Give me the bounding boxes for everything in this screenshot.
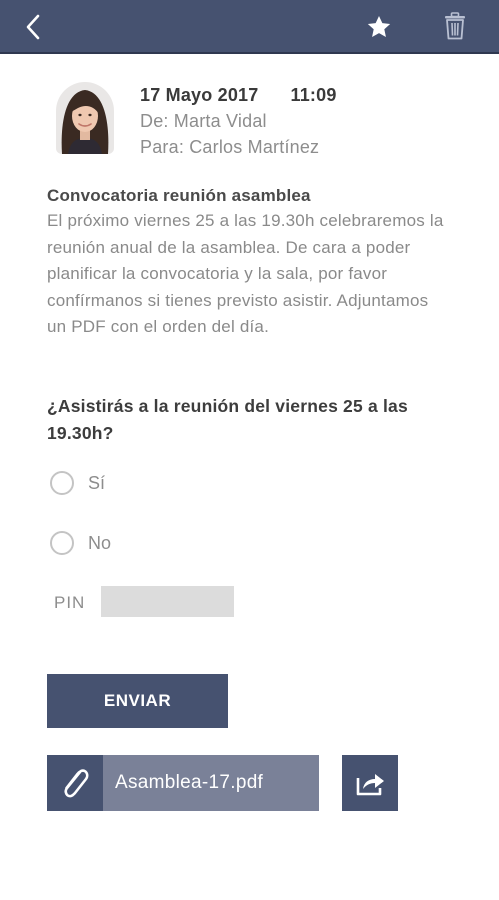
message-to: Para: Carlos Martínez [140,137,320,157]
avatar-portrait [56,82,114,154]
pin-label: PIN [54,593,86,612]
radio-yes[interactable] [50,471,74,495]
delete-button[interactable] [440,10,470,42]
back-button[interactable] [18,12,48,42]
top-app-bar [0,0,499,54]
message-body: El próximo viernes 25 a las 19.30h celeb… [47,211,444,336]
message-time: 11:09 [290,85,337,105]
attachment-filename: Asamblea-17.pdf [103,755,319,811]
paperclip-icon [64,769,89,798]
message-subject: Convocatoria reunión asamblea [47,186,311,205]
option-yes-label: Sí [88,472,106,493]
share-button[interactable] [342,755,398,811]
send-button[interactable]: ENVIAR [47,674,228,728]
sender-avatar [56,82,114,154]
attachment-icon-box [47,755,103,811]
trash-icon [445,12,465,40]
date-time-line: 17 Mayo 2017 11:09 [140,82,337,108]
attendance-question: ¿Asistirás a la reunión del viernes 25 a… [47,396,408,443]
attachment-file[interactable]: Asamblea-17.pdf [47,755,319,811]
pin-input[interactable] [101,586,234,617]
option-no[interactable]: No [50,531,111,555]
message-date: 17 Mayo 2017 [140,85,259,105]
option-no-label: No [88,532,112,553]
option-yes[interactable]: Sí [50,471,105,495]
chevron-left-icon [26,14,40,40]
message-from: De: Marta Vidal [140,111,267,131]
star-icon [367,15,391,37]
favorite-button[interactable] [363,11,395,43]
message-meta: 17 Mayo 2017 11:09 De: Marta Vidal Para: … [140,82,337,160]
radio-no[interactable] [50,531,74,555]
share-icon [356,774,384,796]
